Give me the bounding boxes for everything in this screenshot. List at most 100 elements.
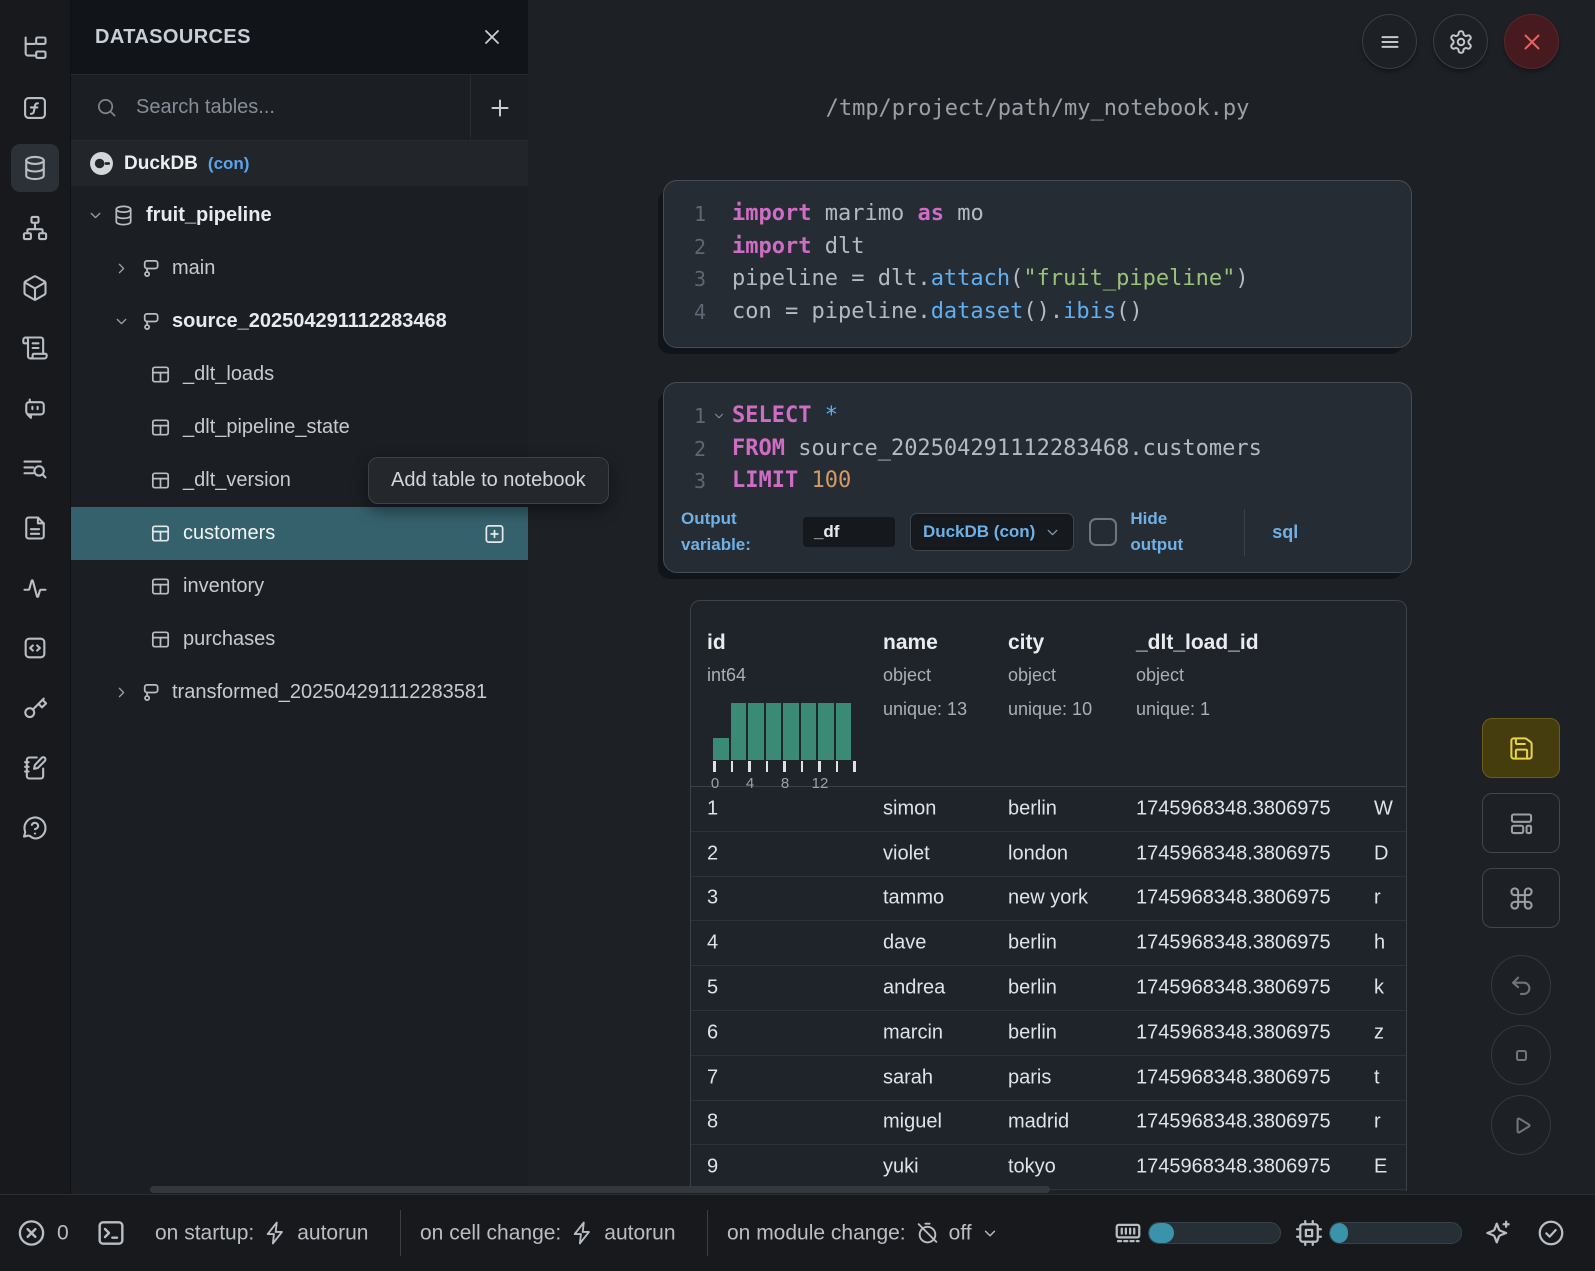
stop-button[interactable] (1491, 1025, 1551, 1085)
tree-item-purchases[interactable]: purchases (71, 613, 528, 666)
tree-item-main[interactable]: main (71, 242, 528, 295)
rail-item-packages[interactable] (11, 264, 59, 312)
toggle-state: autorun (604, 1221, 675, 1245)
code-line: 2FROM source_202504291112283468.customer… (664, 433, 1411, 466)
table-row[interactable]: 2violetlondon1745968348.3806975D (691, 832, 1406, 877)
rail-item-variables[interactable] (11, 84, 59, 132)
add-datasource-button[interactable] (470, 75, 528, 140)
tree-item-fruit_pipeline[interactable]: fruit_pipeline (71, 189, 528, 242)
tree-item-inventory[interactable]: inventory (71, 560, 528, 613)
rail-item-help[interactable] (11, 804, 59, 852)
rail-item-logs[interactable] (11, 444, 59, 492)
rail-item-datasources[interactable] (11, 144, 59, 192)
rail-item-dependencies[interactable] (11, 204, 59, 252)
table-row[interactable]: 6marcinberlin1745968348.3806975z (691, 1011, 1406, 1056)
memory-icon (1113, 1218, 1143, 1248)
table-cell: 1745968348.3806975 (1136, 932, 1331, 955)
add-table-to-notebook-icon[interactable] (483, 522, 506, 545)
ai-assistant-button[interactable] (1483, 1218, 1513, 1248)
toggle-on-cell-change[interactable]: on cell change:autorun (420, 1221, 676, 1246)
table-row[interactable]: 5andreaberlin1745968348.3806975k (691, 966, 1406, 1011)
column-type: object (883, 665, 931, 686)
table-cell: 4 (707, 932, 718, 955)
zap-icon (263, 1221, 288, 1246)
chevron-down-icon (113, 313, 130, 330)
table-icon (149, 628, 172, 651)
hide-output-checkbox[interactable] (1089, 518, 1117, 546)
engine-name: DuckDB (124, 153, 198, 175)
list-search-icon (21, 454, 49, 482)
chevron-down-icon (981, 1224, 999, 1242)
error-indicator[interactable]: 0 (16, 1218, 69, 1249)
rail-item-documentation[interactable] (11, 324, 59, 372)
table-cell: k (1374, 977, 1384, 1000)
code-line: 2import dlt (664, 231, 1411, 264)
menu-button[interactable] (1362, 14, 1417, 69)
rail-item-chat[interactable] (11, 384, 59, 432)
code-line: 3pipeline = dlt.attach("fruit_pipeline") (664, 263, 1411, 296)
rail-item-scratchpad[interactable] (11, 744, 59, 792)
schema-tree: fruit_pipeline main source_2025042911122… (71, 186, 528, 719)
toggle-on-startup[interactable]: on startup:autorun (155, 1221, 368, 1246)
table-row[interactable]: 1simonberlin1745968348.3806975W (691, 787, 1406, 832)
tree-item-label: customers (183, 522, 275, 545)
rail-item-files[interactable] (11, 24, 59, 72)
horizontal-scrollbar[interactable] (150, 1186, 1050, 1193)
output-variable-input[interactable]: _df (803, 517, 895, 547)
python-code-cell[interactable]: 1import marimo as mo2import dlt3pipeline… (663, 180, 1412, 348)
rail-item-tracing[interactable] (11, 564, 59, 612)
column-name[interactable]: city (1008, 631, 1044, 655)
table-cell: berlin (1008, 797, 1057, 820)
notebook-pen-icon (21, 754, 49, 782)
run-button[interactable] (1491, 1095, 1551, 1155)
sql-cell[interactable]: 1SELECT *2FROM source_202504291112283468… (663, 382, 1412, 573)
table-row[interactable]: 8miguelmadrid1745968348.3806975r (691, 1101, 1406, 1146)
search-input[interactable] (134, 95, 470, 120)
folder-tree-icon (21, 34, 49, 62)
tree-item-transformed_202504291112283581[interactable]: transformed_202504291112283581 (71, 666, 528, 719)
engine-row-duckdb[interactable]: DuckDB (con) (71, 141, 528, 186)
duckdb-logo-icon (89, 151, 114, 176)
undo-icon (1508, 972, 1535, 999)
tree-item-source_202504291112283468[interactable]: source_202504291112283468 (71, 295, 528, 348)
table-row[interactable]: 9yukitokyo1745968348.3806975E (691, 1145, 1406, 1190)
table-cell: sarah (883, 1066, 933, 1089)
table-cell: dave (883, 932, 926, 955)
table-row[interactable]: 4daveberlin1745968348.3806975h (691, 921, 1406, 966)
layout-button[interactable] (1482, 793, 1560, 853)
column-name[interactable]: _dlt_load_id (1136, 631, 1259, 655)
terminal-button[interactable] (95, 1217, 127, 1249)
status-bar: 0 on startup:autorun on cell change:autoru… (0, 1194, 1595, 1271)
column-name[interactable]: id (707, 631, 726, 655)
rail-item-secrets[interactable] (11, 684, 59, 732)
settings-button[interactable] (1433, 14, 1488, 69)
shutdown-button[interactable] (1504, 14, 1559, 69)
column-name[interactable]: name (883, 631, 938, 655)
save-button[interactable] (1482, 718, 1560, 778)
toggle-state: off (949, 1221, 972, 1245)
table-row[interactable]: 3tammonew york1745968348.3806975r (691, 877, 1406, 922)
connection-status[interactable] (1536, 1218, 1566, 1248)
tree-item-label: _dlt_version (183, 469, 291, 492)
id-histogram[interactable]: 04812 (713, 703, 863, 793)
undo-button[interactable] (1491, 955, 1551, 1015)
keyboard-shortcuts-button[interactable] (1482, 868, 1560, 928)
tree-item-label: main (172, 257, 215, 280)
table-cell: 1745968348.3806975 (1136, 977, 1331, 1000)
toggle-on-module-change[interactable]: on module change:off (727, 1221, 999, 1246)
tree-item-_dlt_pipeline_state[interactable]: _dlt_pipeline_state (71, 401, 528, 454)
tree-item-customers[interactable]: customers (71, 507, 528, 560)
scroll-icon (21, 334, 49, 362)
memory-indicator (1113, 1218, 1143, 1248)
tree-item-_dlt_loads[interactable]: _dlt_loads (71, 348, 528, 401)
schema-icon (138, 681, 161, 704)
table-row[interactable]: 7sarahparis1745968348.3806975t (691, 1056, 1406, 1101)
engine-select-dropdown[interactable]: DuckDB (con) (910, 513, 1074, 551)
toggle-state: autorun (297, 1221, 368, 1245)
table-icon (149, 363, 172, 386)
rail-item-snippets[interactable] (11, 624, 59, 672)
results-table[interactable]: idint6404812nameobjectunique: 13cityobje… (690, 600, 1407, 1191)
close-panel-icon[interactable] (480, 25, 504, 49)
table-cell: 1745968348.3806975 (1136, 1066, 1331, 1089)
rail-item-outline[interactable] (11, 504, 59, 552)
